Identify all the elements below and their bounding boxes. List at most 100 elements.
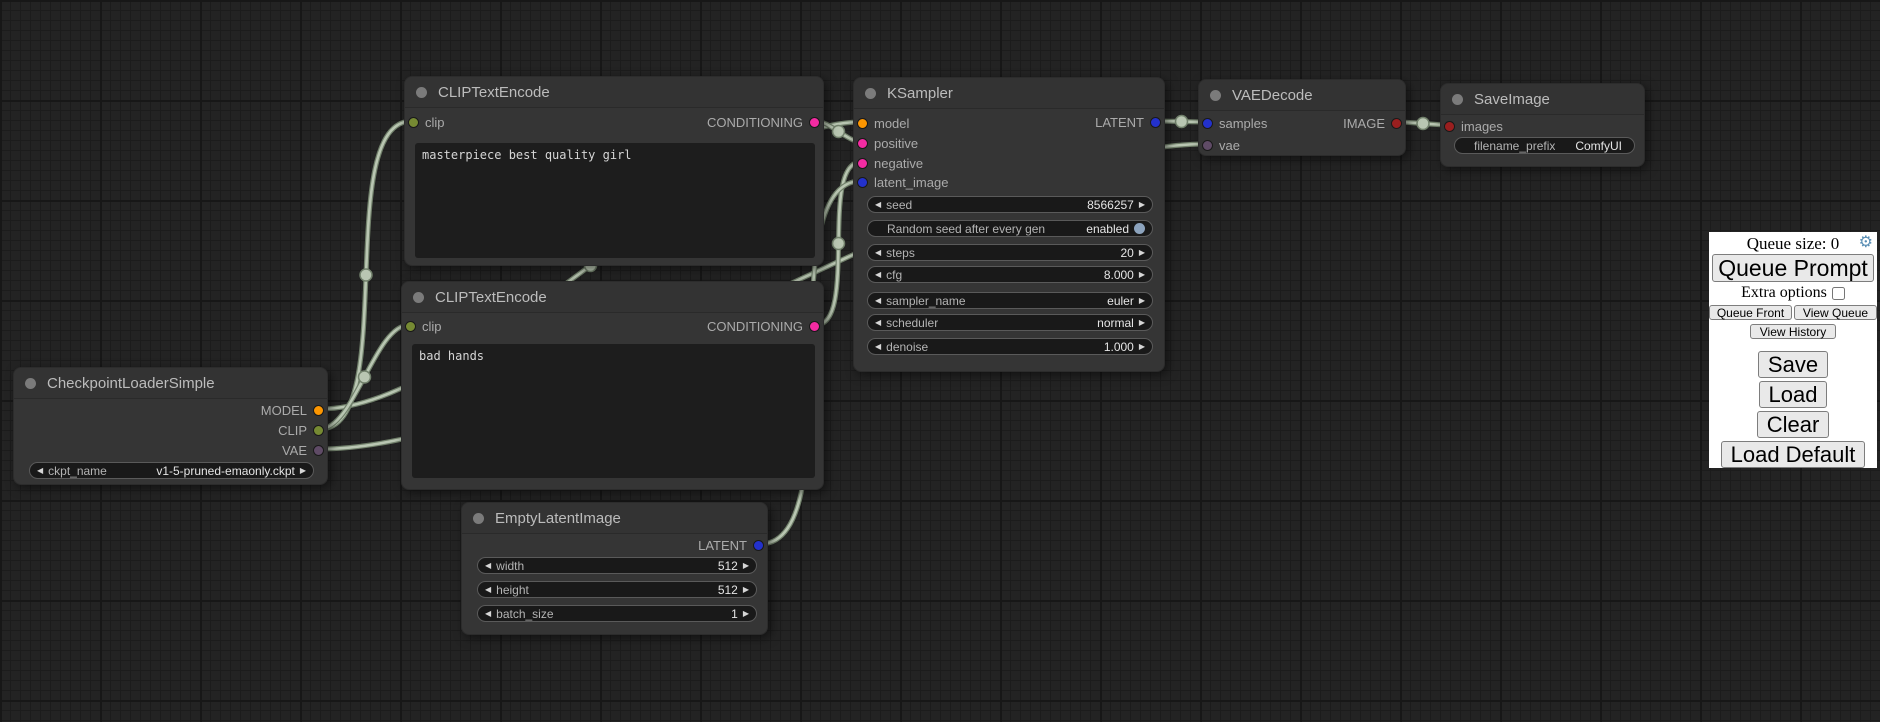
decrement-arrow-icon[interactable]: ◀ (875, 271, 881, 279)
decrement-arrow-icon[interactable]: ◀ (485, 610, 491, 618)
input-port-samples[interactable]: samples (1202, 115, 1267, 131)
output-slot-dot[interactable] (809, 321, 820, 332)
widget-seed[interactable]: ◀seed8566257▶ (867, 196, 1153, 213)
output-port-VAE[interactable]: VAE (282, 442, 324, 458)
node-collapse-dot[interactable] (473, 513, 484, 524)
input-slot-dot[interactable] (857, 177, 868, 188)
decrement-arrow-icon[interactable]: ◀ (875, 319, 881, 327)
output-slot-dot[interactable] (1391, 118, 1402, 129)
widget-cfg[interactable]: ◀cfg8.000▶ (867, 266, 1153, 283)
decrement-arrow-icon[interactable]: ◀ (875, 297, 881, 305)
node-collapse-dot[interactable] (865, 88, 876, 99)
input-slot-dot[interactable] (857, 118, 868, 129)
link-midpoint-dot[interactable] (359, 371, 371, 383)
widget-sampler_name[interactable]: ◀sampler_nameeuler▶ (867, 292, 1153, 309)
output-port-CLIP[interactable]: CLIP (278, 422, 324, 438)
widget-batch_size[interactable]: ◀batch_size1▶ (477, 605, 757, 622)
increment-arrow-icon[interactable]: ▶ (1139, 297, 1145, 305)
output-slot-dot[interactable] (313, 445, 324, 456)
link-midpoint-dot[interactable] (1417, 118, 1429, 130)
increment-arrow-icon[interactable]: ▶ (1139, 201, 1145, 209)
output-slot-dot[interactable] (313, 405, 324, 416)
decrement-arrow-icon[interactable]: ◀ (37, 467, 43, 475)
settings-gear-icon[interactable]: ⚙ (1859, 234, 1873, 252)
link-midpoint-dot[interactable] (833, 126, 845, 138)
decrement-arrow-icon[interactable]: ◀ (875, 201, 881, 209)
node-collapse-dot[interactable] (1452, 94, 1463, 105)
output-port-LATENT[interactable]: LATENT (1095, 114, 1161, 130)
load-button[interactable]: Load (1759, 381, 1828, 408)
link-midpoint-dot[interactable] (1176, 116, 1188, 128)
input-port-clip[interactable]: clip (408, 114, 445, 130)
queue-front-button[interactable]: Queue Front (1709, 305, 1792, 320)
input-slot-dot[interactable] (405, 321, 416, 332)
output-slot-dot[interactable] (809, 117, 820, 128)
increment-arrow-icon[interactable]: ▶ (1139, 343, 1145, 351)
save-button[interactable]: Save (1758, 351, 1828, 378)
prompt-textarea[interactable]: bad hands (412, 344, 815, 478)
output-port-LATENT[interactable]: LATENT (698, 537, 764, 553)
input-slot-dot[interactable] (857, 138, 868, 149)
prompt-textarea[interactable]: masterpiece best quality girl (415, 143, 815, 258)
input-port-negative[interactable]: negative (857, 155, 923, 171)
clear-button[interactable]: Clear (1757, 411, 1830, 438)
link-midpoint-dot[interactable] (360, 269, 372, 281)
decrement-arrow-icon[interactable]: ◀ (485, 586, 491, 594)
decrement-arrow-icon[interactable]: ◀ (875, 343, 881, 351)
node-save-image[interactable]: SaveImageimagesfilename_prefixComfyUI (1440, 83, 1645, 167)
increment-arrow-icon[interactable]: ▶ (1139, 271, 1145, 279)
input-slot-dot[interactable] (1202, 140, 1213, 151)
node-ksampler[interactable]: KSamplermodelpositivenegativelatent_imag… (853, 77, 1165, 372)
input-slot-dot[interactable] (857, 158, 868, 169)
output-slot-dot[interactable] (313, 425, 324, 436)
output-port-IMAGE[interactable]: IMAGE (1343, 115, 1402, 131)
decrement-arrow-icon[interactable]: ◀ (875, 249, 881, 257)
view-queue-button[interactable]: View Queue (1794, 305, 1877, 320)
output-slot-dot[interactable] (753, 540, 764, 551)
input-port-clip[interactable]: clip (405, 318, 442, 334)
input-port-vae[interactable]: vae (1202, 137, 1240, 153)
output-slot-dot[interactable] (1150, 117, 1161, 128)
toggle-knob[interactable] (1134, 223, 1145, 234)
node-clip-encode-negative[interactable]: CLIPTextEncodeclipCONDITIONINGbad hands (401, 281, 824, 490)
view-history-button[interactable]: View History (1750, 324, 1836, 339)
increment-arrow-icon[interactable]: ▶ (743, 610, 749, 618)
input-slot-dot[interactable] (1444, 121, 1455, 132)
widget-filename_prefix[interactable]: filename_prefixComfyUI (1454, 137, 1635, 154)
node-collapse-dot[interactable] (416, 87, 427, 98)
output-port-CONDITIONING[interactable]: CONDITIONING (707, 318, 820, 334)
widget-Random seed after every gen[interactable]: Random seed after every genenabled (867, 220, 1153, 237)
widget-steps[interactable]: ◀steps20▶ (867, 244, 1153, 261)
load-default-button[interactable]: Load Default (1721, 441, 1866, 468)
input-slot-dot[interactable] (408, 117, 419, 128)
node-collapse-dot[interactable] (413, 292, 424, 303)
node-vae-decode[interactable]: VAEDecodesamplesvaeIMAGE (1198, 79, 1406, 156)
widget-denoise[interactable]: ◀denoise1.000▶ (867, 338, 1153, 355)
input-port-model[interactable]: model (857, 115, 909, 131)
node-graph-canvas[interactable]: CheckpointLoaderSimpleMODELCLIPVAE◀ckpt_… (0, 0, 1880, 722)
widget-height[interactable]: ◀height512▶ (477, 581, 757, 598)
node-collapse-dot[interactable] (1210, 90, 1221, 101)
input-slot-dot[interactable] (1202, 118, 1213, 129)
node-empty-latent[interactable]: EmptyLatentImageLATENT◀width512▶◀height5… (461, 502, 768, 635)
node-collapse-dot[interactable] (25, 378, 36, 389)
input-port-images[interactable]: images (1444, 118, 1503, 134)
input-port-latent_image[interactable]: latent_image (857, 174, 948, 190)
queue-prompt-button[interactable]: Queue Prompt (1712, 254, 1874, 282)
output-port-CONDITIONING[interactable]: CONDITIONING (707, 114, 820, 130)
extra-options-checkbox[interactable] (1832, 287, 1845, 300)
increment-arrow-icon[interactable]: ▶ (743, 586, 749, 594)
decrement-arrow-icon[interactable]: ◀ (485, 562, 491, 570)
widget-scheduler[interactable]: ◀schedulernormal▶ (867, 314, 1153, 331)
increment-arrow-icon[interactable]: ▶ (1139, 249, 1145, 257)
input-port-positive[interactable]: positive (857, 135, 918, 151)
increment-arrow-icon[interactable]: ▶ (300, 467, 306, 475)
widget-width[interactable]: ◀width512▶ (477, 557, 757, 574)
node-clip-encode-positive[interactable]: CLIPTextEncodeclipCONDITIONINGmasterpiec… (404, 76, 824, 266)
increment-arrow-icon[interactable]: ▶ (743, 562, 749, 570)
output-port-MODEL[interactable]: MODEL (261, 402, 324, 418)
increment-arrow-icon[interactable]: ▶ (1139, 319, 1145, 327)
widget-ckpt_name[interactable]: ◀ckpt_namev1-5-pruned-emaonly.ckpt▶ (29, 462, 314, 479)
node-checkpoint-loader[interactable]: CheckpointLoaderSimpleMODELCLIPVAE◀ckpt_… (13, 367, 328, 485)
link-midpoint-dot[interactable] (833, 238, 845, 250)
